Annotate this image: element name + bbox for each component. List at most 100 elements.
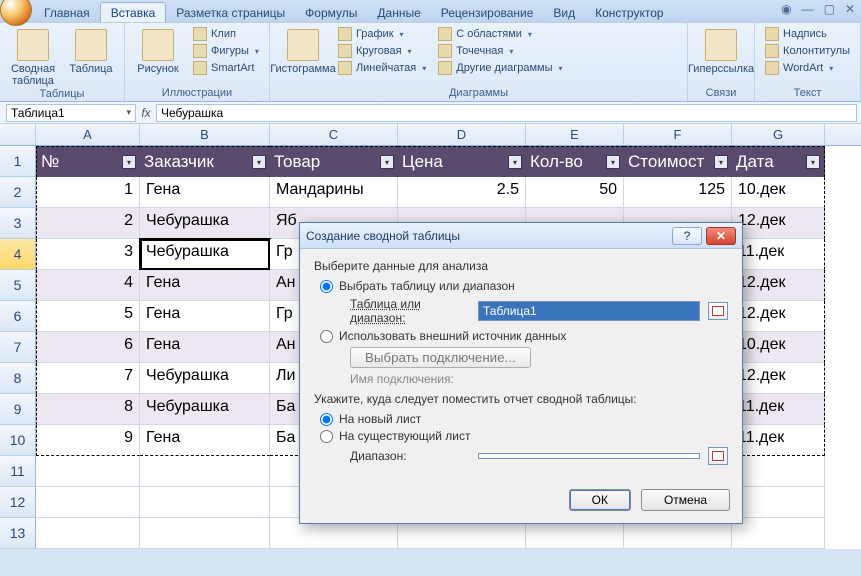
smartart-button[interactable]: SmartArt [189, 60, 263, 76]
table-header[interactable]: Товар▾ [270, 146, 398, 177]
filter-button[interactable]: ▾ [252, 155, 266, 169]
cell[interactable]: 7 [36, 363, 140, 394]
cell[interactable]: 2 [36, 208, 140, 239]
cell[interactable]: 11.дек [732, 239, 825, 270]
cell[interactable]: 10.дек [732, 332, 825, 363]
filter-button[interactable]: ▾ [806, 155, 820, 169]
tab-insert[interactable]: Вставка [100, 2, 167, 22]
formula-input[interactable]: Чебурашка [156, 104, 857, 122]
cell[interactable]: 1 [36, 177, 140, 208]
row-header-8[interactable]: 8 [0, 363, 36, 394]
cell[interactable]: 2.5 [398, 177, 526, 208]
restore-icon[interactable]: ▢ [824, 2, 835, 16]
cell[interactable]: 50 [526, 177, 624, 208]
cell[interactable] [732, 487, 825, 518]
table-header[interactable]: №▾ [36, 146, 140, 177]
col-a[interactable]: A [36, 124, 140, 145]
cell[interactable]: Гена [140, 270, 270, 301]
radio-external[interactable] [320, 330, 333, 343]
row-header-6[interactable]: 6 [0, 301, 36, 332]
tab-view[interactable]: Вид [543, 3, 585, 22]
scatter-chart-button[interactable]: Точечная▾ [434, 43, 566, 59]
cell[interactable]: Чебурашка [140, 239, 270, 270]
row-header-1[interactable]: 1 [0, 146, 36, 177]
col-g[interactable]: G [732, 124, 825, 145]
radio-existing-sheet[interactable] [320, 430, 333, 443]
cell[interactable]: 12.дек [732, 363, 825, 394]
table-header[interactable]: Стоимост▾ [624, 146, 732, 177]
cell[interactable]: Чебурашка [140, 208, 270, 239]
fx-icon[interactable]: fx [136, 106, 156, 120]
cell[interactable] [36, 456, 140, 487]
tab-pagelayout[interactable]: Разметка страницы [166, 3, 295, 22]
pie-chart-button[interactable]: Круговая▾ [334, 43, 430, 59]
location-range-input[interactable] [478, 453, 700, 459]
cell[interactable]: 11.дек [732, 394, 825, 425]
cell[interactable]: 3 [36, 239, 140, 270]
table-header[interactable]: Кол-во▾ [526, 146, 624, 177]
cell[interactable]: 4 [36, 270, 140, 301]
tab-design[interactable]: Конструктор [585, 3, 673, 22]
row-header-4[interactable]: 4 [0, 239, 36, 270]
row-header-11[interactable]: 11 [0, 456, 36, 487]
col-c[interactable]: C [270, 124, 398, 145]
minimize-icon[interactable]: — [802, 2, 814, 16]
cell[interactable]: 6 [36, 332, 140, 363]
clip-button[interactable]: Клип [189, 26, 263, 42]
cell[interactable] [732, 456, 825, 487]
row-header-12[interactable]: 12 [0, 487, 36, 518]
col-d[interactable]: D [398, 124, 526, 145]
table-header[interactable]: Заказчик▾ [140, 146, 270, 177]
chevron-down-icon[interactable]: ▾ [126, 107, 131, 118]
cell[interactable]: 5 [36, 301, 140, 332]
row-header-3[interactable]: 3 [0, 208, 36, 239]
filter-button[interactable]: ▾ [508, 155, 522, 169]
dialog-help-button[interactable]: ? [672, 227, 702, 245]
line-chart-button[interactable]: График▾ [334, 26, 430, 42]
tab-home[interactable]: Главная [34, 3, 100, 22]
row-header-2[interactable]: 2 [0, 177, 36, 208]
row-header-13[interactable]: 13 [0, 518, 36, 549]
cell[interactable]: Гена [140, 301, 270, 332]
table-header[interactable]: Дата▾ [732, 146, 825, 177]
close-icon[interactable]: ✕ [845, 2, 855, 16]
filter-button[interactable]: ▾ [122, 155, 136, 169]
cell[interactable]: 11.дек [732, 425, 825, 456]
cell[interactable]: 12.дек [732, 301, 825, 332]
column-chart-button[interactable]: Гистограмма [276, 26, 330, 75]
help-icon[interactable]: ◉ [781, 2, 791, 16]
filter-button[interactable]: ▾ [380, 155, 394, 169]
cell[interactable]: Гена [140, 177, 270, 208]
col-b[interactable]: B [140, 124, 270, 145]
shapes-button[interactable]: Фигуры▾ [189, 43, 263, 59]
range-picker-button[interactable] [708, 302, 728, 320]
cell[interactable]: Гена [140, 425, 270, 456]
cell[interactable] [36, 487, 140, 518]
tab-review[interactable]: Рецензирование [431, 3, 544, 22]
radio-new-sheet[interactable] [320, 413, 333, 426]
area-chart-button[interactable]: С областями▾ [434, 26, 566, 42]
other-charts-button[interactable]: Другие диаграммы▾ [434, 60, 566, 76]
row-header-5[interactable]: 5 [0, 270, 36, 301]
row-header-9[interactable]: 9 [0, 394, 36, 425]
filter-button[interactable]: ▾ [714, 155, 728, 169]
cell[interactable]: Гена [140, 332, 270, 363]
tab-data[interactable]: Данные [367, 3, 430, 22]
cell[interactable] [140, 487, 270, 518]
cell[interactable] [732, 518, 825, 549]
cell[interactable]: 12.дек [732, 208, 825, 239]
filter-button[interactable]: ▾ [606, 155, 620, 169]
cell[interactable] [140, 518, 270, 549]
bar-chart-button[interactable]: Линейчатая▾ [334, 60, 430, 76]
col-f[interactable]: F [624, 124, 732, 145]
cell[interactable]: 9 [36, 425, 140, 456]
hyperlink-button[interactable]: Гиперссылка [694, 26, 748, 75]
dialog-close-button[interactable]: ✕ [706, 227, 736, 245]
cell[interactable]: 125 [624, 177, 732, 208]
cancel-button[interactable]: Отмена [641, 489, 730, 511]
picture-button[interactable]: Рисунок [131, 26, 185, 75]
table-button[interactable]: Таблица [64, 26, 118, 75]
cell[interactable]: 8 [36, 394, 140, 425]
cell[interactable] [36, 518, 140, 549]
cell[interactable]: Мандарины [270, 177, 398, 208]
